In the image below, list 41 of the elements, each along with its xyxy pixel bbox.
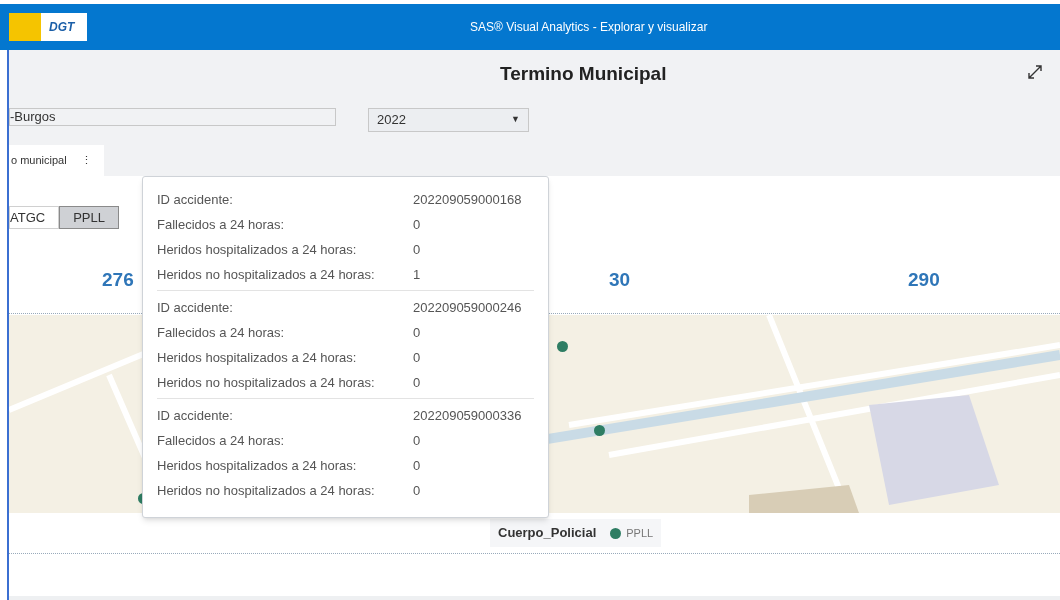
logo: DGT <box>9 13 87 41</box>
toggle-button[interactable]: ATGC <box>9 206 60 229</box>
tooltip-label: Fallecidos a 24 horas: <box>157 215 286 234</box>
expand-icon[interactable] <box>1027 64 1043 80</box>
tooltip-label: ID accidente: <box>157 406 234 425</box>
tooltip-value: 0 <box>413 240 421 259</box>
more-menu-icon[interactable]: ⋮ <box>80 152 92 169</box>
tooltip-value: 0 <box>413 456 421 475</box>
tooltip-label: Heridos hospitalizados a 24 horas: <box>157 456 358 475</box>
legend-title: Cuerpo_Policial <box>498 524 597 543</box>
tooltip-label: Heridos no hospitalizados a 24 horas: <box>157 481 376 500</box>
tooltip-value: 202209059000246 <box>413 298 522 317</box>
kpi-value: 30 <box>609 268 631 292</box>
tab[interactable]: o municipal ⋮ <box>9 145 104 176</box>
toggle-button[interactable]: PPLL <box>59 206 119 229</box>
legend-label: PPLL <box>626 525 654 541</box>
tooltip-value: 0 <box>413 431 421 450</box>
map-marker[interactable] <box>557 341 568 352</box>
tooltip-value: 0 <box>413 323 421 342</box>
map-marker[interactable] <box>594 425 605 436</box>
tooltip-label: ID accidente: <box>157 298 234 317</box>
tooltip-value: 0 <box>413 373 421 392</box>
search-field[interactable]: -Burgos <box>9 108 336 126</box>
tooltip-label: Heridos hospitalizados a 24 horas: <box>157 240 358 259</box>
tooltip-label: Heridos hospitalizados a 24 horas: <box>157 348 358 367</box>
tooltip-value: 0 <box>413 481 421 500</box>
kpi-value: 276 <box>102 268 134 292</box>
tooltip-value: 202209059000168 <box>413 190 522 209</box>
tooltip-label: Fallecidos a 24 horas: <box>157 431 286 450</box>
app-title: SAS® Visual Analytics - Explorar y visualizar <box>470 19 708 36</box>
tooltip-label: ID accidente: <box>157 190 234 209</box>
tooltip-value: 0 <box>413 215 421 234</box>
kpi-value: 290 <box>908 268 940 292</box>
page-title: Termino Municipal <box>500 62 667 86</box>
tooltip-label: Heridos no hospitalizados a 24 horas: <box>157 373 376 392</box>
tooltip-label: Fallecidos a 24 horas: <box>157 323 286 342</box>
tooltip-label: Heridos no hospitalizados a 24 horas: <box>157 265 376 284</box>
tooltip-value: 202209059000336 <box>413 406 522 425</box>
year-dropdown[interactable]: 2022 ▼ <box>368 108 529 132</box>
tooltip-value: 1 <box>413 265 421 284</box>
tooltip-value: 0 <box>413 348 421 367</box>
